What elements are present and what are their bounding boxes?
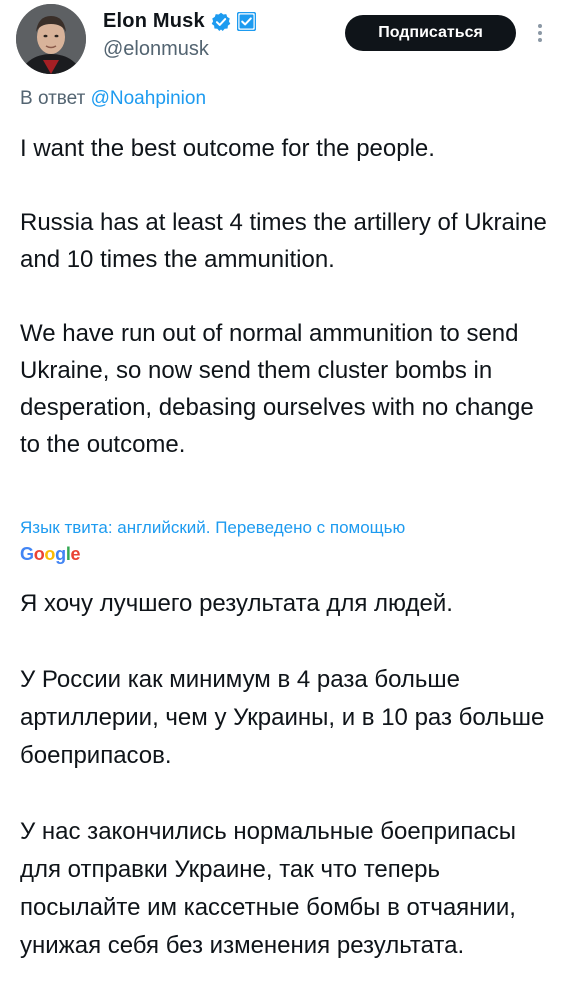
translated-paragraph: У России как минимум в 4 раза больше арт… — [20, 666, 545, 769]
tweet-paragraph: We have run out of normal ammunition to … — [20, 320, 534, 458]
subscribe-button[interactable]: Подписаться — [345, 15, 516, 51]
translated-text: Я хочу лучшего результата для людей. У Р… — [20, 585, 560, 965]
google-logo: Google — [20, 544, 81, 564]
author-name[interactable]: Elon Musk — [103, 10, 205, 33]
reply-mention-link[interactable]: @Noahpinion — [91, 88, 206, 109]
affiliate-check-icon — [236, 11, 257, 32]
translation-note[interactable]: Язык твита: английский. Переведено с пом… — [20, 518, 560, 538]
author-handle[interactable]: @elonmusk — [103, 38, 209, 61]
tweet-text: I want the best outcome for the people. … — [20, 130, 560, 463]
avatar[interactable] — [16, 4, 86, 74]
more-options-icon[interactable] — [532, 18, 548, 48]
translated-paragraph: У нас закончились нормальные боеприпасы … — [20, 818, 517, 959]
author-name-row: Elon Musk — [103, 10, 257, 33]
reply-prefix: В ответ — [20, 88, 91, 109]
tweet-page: Elon Musk @elonmusk Подписаться В ответ … — [0, 0, 573, 997]
verified-badge-icon — [211, 12, 231, 32]
reply-to-line: В ответ @Noahpinion — [20, 88, 206, 110]
tweet-paragraph: I want the best outcome for the people. — [20, 135, 435, 162]
translated-paragraph: Я хочу лучшего результата для людей. — [20, 590, 453, 617]
tweet-paragraph: Russia has at least 4 times the artiller… — [20, 209, 547, 273]
